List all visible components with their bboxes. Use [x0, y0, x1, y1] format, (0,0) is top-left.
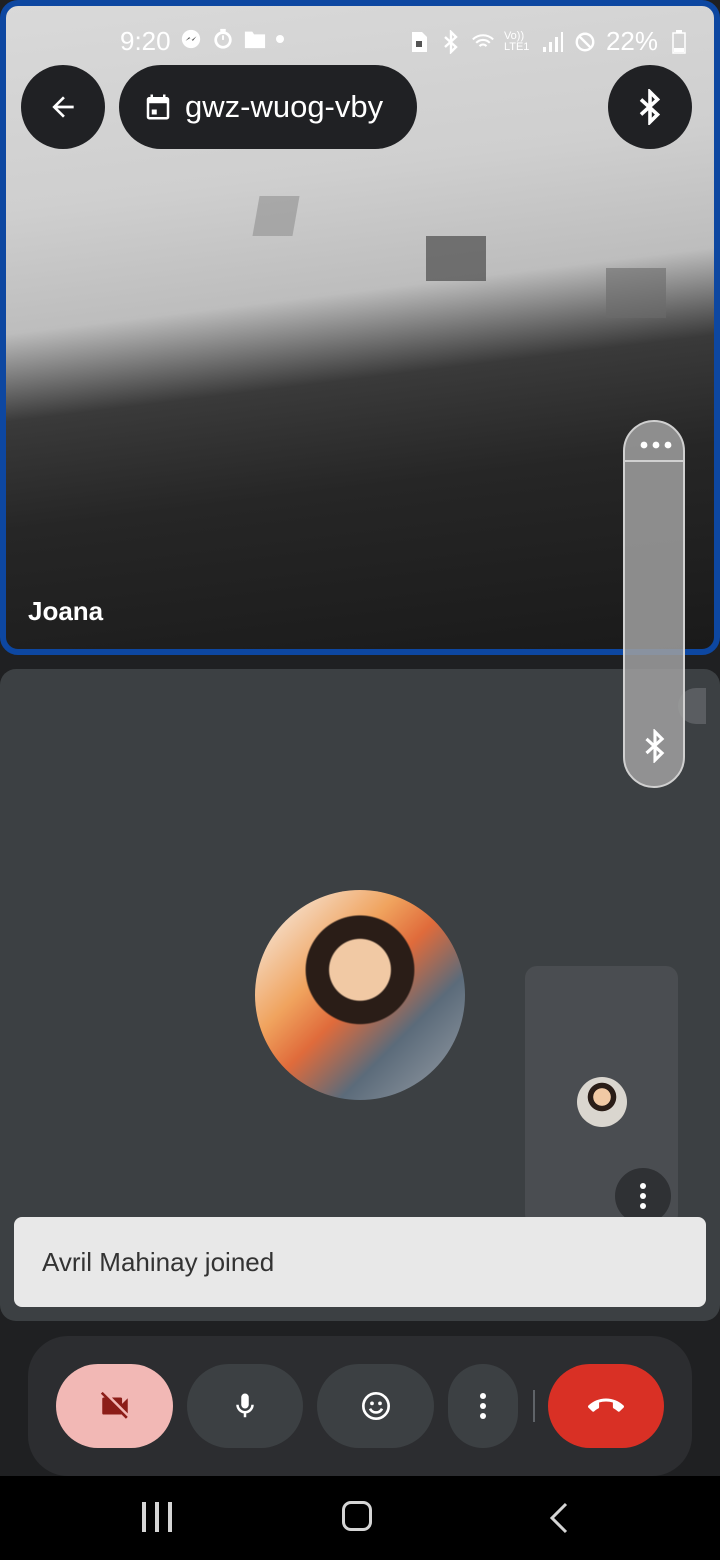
more-horizontal-icon[interactable] — [639, 438, 673, 450]
network-label: Vo)) LTE1 — [503, 29, 530, 53]
mini-tile-more-button[interactable] — [615, 1168, 671, 1224]
system-back-button[interactable] — [548, 1502, 570, 1539]
video-detail — [252, 196, 300, 236]
video-detail — [606, 268, 666, 318]
calendar-icon — [146, 94, 170, 120]
join-toast: Avril Mahinay joined — [14, 1217, 706, 1307]
sim-lock-icon — [408, 31, 430, 53]
toast-text: Avril Mahinay joined — [42, 1246, 275, 1277]
mic-icon — [236, 1393, 254, 1418]
more-vertical-icon — [480, 1393, 486, 1419]
wifi-icon — [472, 31, 494, 53]
notification-dot — [276, 35, 284, 43]
participant-avatar — [255, 890, 465, 1100]
status-bar: 9:20 Vo)) LTE1 22% — [0, 22, 720, 62]
self-avatar — [577, 1077, 627, 1127]
status-notification-icons — [180, 28, 284, 50]
pill-divider — [625, 460, 683, 462]
video-detail — [426, 236, 486, 281]
back-button[interactable] — [21, 65, 105, 149]
recents-button[interactable] — [142, 1502, 172, 1534]
videocam-off-icon — [100, 1391, 128, 1419]
side-audio-panel[interactable] — [623, 420, 685, 788]
more-vertical-icon — [640, 1183, 646, 1209]
participant-name-label: Joana — [28, 596, 104, 626]
emoji-icon — [361, 1392, 390, 1420]
folder-icon — [244, 28, 266, 50]
meeting-code-pill[interactable]: gwz-wuog-vby — [119, 65, 417, 149]
controls-divider — [533, 1390, 535, 1422]
timer-icon — [212, 28, 234, 50]
signal-icon — [542, 31, 564, 53]
arrow-left-icon — [52, 96, 74, 118]
audio-output-button[interactable] — [608, 65, 692, 149]
more-options-button[interactable] — [448, 1364, 518, 1448]
bluetooth-icon[interactable] — [641, 728, 669, 768]
call-end-icon — [588, 1398, 624, 1412]
battery-level: 22% — [605, 26, 658, 56]
end-call-button[interactable] — [548, 1364, 664, 1448]
bluetooth-icon — [440, 29, 462, 54]
bluetooth-icon — [639, 89, 661, 125]
camera-toggle-button[interactable] — [56, 1364, 173, 1448]
status-system-icons: Vo)) LTE1 22% — [408, 26, 690, 57]
messenger-icon — [180, 28, 202, 50]
meeting-code: gwz-wuog-vby — [185, 89, 384, 124]
home-button[interactable] — [342, 1501, 372, 1531]
dnd-icon — [574, 31, 596, 53]
battery-icon — [668, 29, 690, 54]
reactions-button[interactable] — [317, 1364, 434, 1448]
microphone-button[interactable] — [187, 1364, 303, 1448]
status-time: 9:20 — [120, 26, 171, 56]
